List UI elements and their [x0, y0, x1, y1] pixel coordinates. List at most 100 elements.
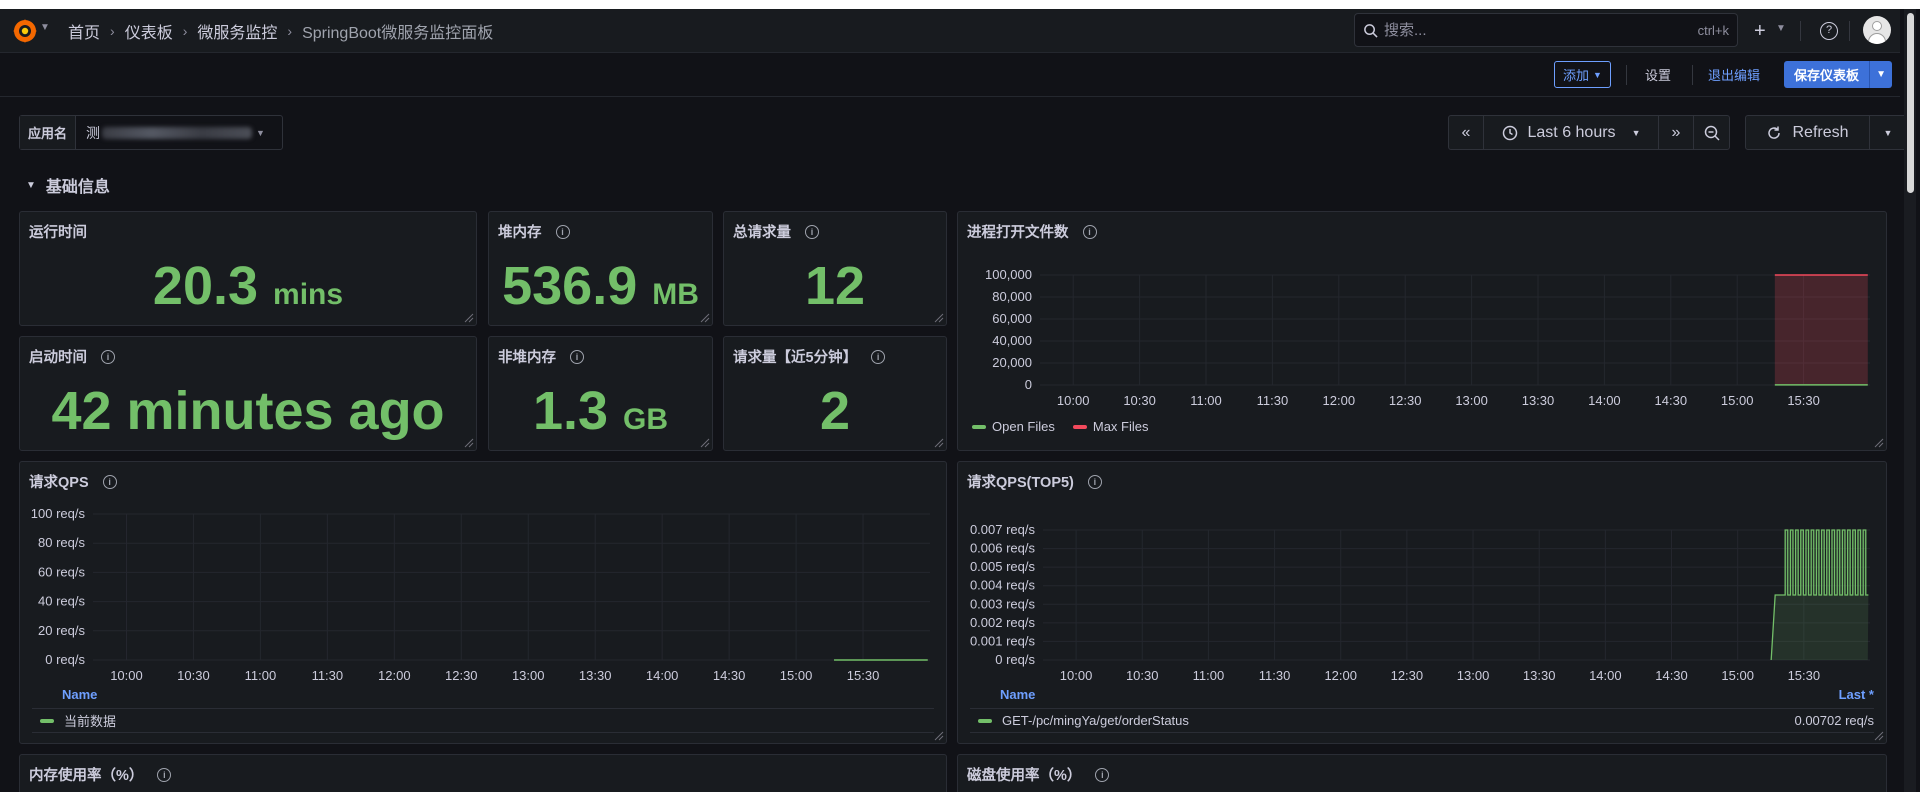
legend-item[interactable]: Max Files	[1072, 419, 1149, 434]
refresh-interval-button[interactable]: ▼	[1870, 116, 1906, 149]
stat-panel-uptime[interactable]: 运行时间 20.3 mins	[19, 211, 477, 326]
resize-handle-icon[interactable]	[934, 438, 944, 448]
y-tick-label: 20,000	[992, 355, 1032, 370]
legend-item[interactable]: Open Files	[972, 419, 1055, 434]
divider	[1849, 21, 1850, 41]
top-navbar: ▼ 首页 › 仪表板 › 微服务监控 › SpringBoot微服务监控面板 c…	[0, 9, 1900, 53]
zoom-out-button[interactable]	[1694, 116, 1729, 149]
clock-icon	[1502, 125, 1517, 140]
save-dashboard-label[interactable]: 保存仪表板	[1784, 61, 1871, 88]
search-box[interactable]: ctrl+k	[1354, 13, 1738, 47]
settings-button[interactable]: 设置	[1645, 61, 1671, 88]
stat-panel-start-time[interactable]: 启动时间 i 42 minutes ago	[19, 336, 477, 451]
resize-handle-icon[interactable]	[934, 731, 944, 741]
x-tick-label: 14:30	[713, 668, 746, 683]
legend-table-row[interactable]: 当前数据	[32, 709, 934, 733]
stat-unit: MB	[652, 278, 699, 311]
info-icon[interactable]: i	[570, 349, 584, 364]
variable-label: 应用名	[20, 116, 77, 149]
scrollbar-thumb[interactable]	[1907, 13, 1914, 193]
page-scrollbar[interactable]	[1904, 9, 1916, 792]
resize-handle-icon[interactable]	[934, 313, 944, 323]
y-tick-label: 0.001 req/s	[970, 633, 1036, 648]
x-tick-label: 11:00	[1193, 668, 1225, 683]
stat-value: 2	[819, 381, 851, 441]
stat-value: 42 minutes ago	[51, 381, 445, 441]
exit-edit-button[interactable]: 退出编辑	[1708, 61, 1760, 88]
x-tick-label: 11:00	[245, 668, 277, 683]
timeseries-panel-qps-top5[interactable]: 请求QPS(TOP5) i 0.007 req/s 0.006 req/s 0.005…	[957, 461, 1887, 744]
save-dashboard-button[interactable]: 保存仪表板 ▼	[1784, 61, 1893, 88]
legend-header-last[interactable]: Last *	[1839, 687, 1874, 705]
chevron-down-icon[interactable]: ▼	[40, 22, 50, 33]
stat-value: 536.9 MB	[502, 256, 699, 316]
x-tick-label: 14:30	[1655, 393, 1688, 408]
y-tick-label: 0 req/s	[995, 652, 1035, 667]
stat-panel-nonheap[interactable]: 非堆内存 i 1.3 GB	[488, 336, 713, 451]
stat-panel-total-requests[interactable]: 总请求量 i 12	[723, 211, 947, 326]
x-tick-label: 13:00	[1455, 393, 1488, 408]
chevron-right-icon: ›	[110, 23, 115, 39]
x-tick-label: 15:00	[1721, 393, 1754, 408]
time-back-button[interactable]: «	[1449, 116, 1484, 149]
panel-title: 运行时间	[29, 225, 87, 241]
resize-handle-icon[interactable]	[464, 313, 474, 323]
breadcrumb-dashboards[interactable]: 仪表板	[125, 19, 173, 43]
time-range-button[interactable]: Last 6 hours ▼	[1484, 116, 1659, 149]
chevron-down-icon: ▼	[1883, 127, 1893, 138]
legend-last-value: 0.00702 req/s	[1794, 713, 1874, 728]
redacted-value	[102, 126, 253, 139]
avatar[interactable]	[1863, 16, 1891, 44]
divider	[1626, 65, 1627, 85]
timeseries-panel-disk-usage[interactable]: 磁盘使用率（%） i	[957, 754, 1887, 792]
x-tick-label: 12:30	[1389, 393, 1422, 408]
variable-select[interactable]: 测 ▼	[76, 116, 282, 149]
breadcrumb: 首页 › 仪表板 › 微服务监控 › SpringBoot微服务监控面板	[68, 19, 493, 43]
stat-value: 20.3 mins	[152, 256, 344, 316]
help-icon[interactable]: ?	[1820, 22, 1838, 40]
plus-icon[interactable]: +	[1754, 20, 1766, 43]
time-forward-button[interactable]: »	[1659, 116, 1694, 149]
timeseries-panel-qps[interactable]: 请求QPS i 100 req/s 80 req/s 60 req/s 40 req/s…	[19, 461, 947, 744]
info-icon[interactable]: i	[871, 349, 886, 364]
legend-header-name[interactable]: Name	[1000, 687, 1035, 705]
add-button[interactable]: 添加 ▼	[1554, 61, 1611, 88]
resize-handle-icon[interactable]	[464, 438, 474, 448]
info-icon[interactable]: i	[101, 349, 115, 364]
y-tick-label: 0	[1025, 377, 1032, 392]
stat-unit: GB	[623, 403, 669, 436]
resize-handle-icon[interactable]	[700, 313, 710, 323]
stat-panel-requests-5m[interactable]: 请求量【近5分钟】 i 2	[723, 336, 947, 451]
y-tick-label: 0.005 req/s	[970, 559, 1036, 574]
resize-handle-icon[interactable]	[1874, 731, 1884, 741]
resize-handle-icon[interactable]	[700, 438, 710, 448]
breadcrumb-current: SpringBoot微服务监控面板	[302, 25, 494, 42]
stat-panel-heap[interactable]: 堆内存 i 536.9 MB	[488, 211, 713, 326]
timeseries-panel-memory-usage[interactable]: 内存使用率（%） i	[19, 754, 947, 792]
x-tick-label: 13:00	[1457, 668, 1490, 683]
chevron-down-icon: ▼	[1593, 69, 1602, 80]
legend-table-row[interactable]: GET-/pc/mingYa/get/orderStatus 0.00702 r…	[970, 709, 1874, 733]
resize-handle-icon[interactable]	[1874, 438, 1884, 448]
info-icon[interactable]: i	[157, 767, 172, 782]
chevron-down-icon[interactable]: ▼	[1870, 69, 1892, 80]
info-icon[interactable]: i	[1095, 767, 1110, 782]
panel-title: 请求量【近5分钟】	[733, 350, 858, 366]
info-icon[interactable]: i	[805, 224, 819, 239]
breadcrumb-home[interactable]: 首页	[68, 19, 100, 43]
refresh-icon	[1768, 126, 1781, 139]
search-input[interactable]	[1384, 21, 1698, 39]
row-header[interactable]: ▼ 基础信息	[26, 173, 110, 197]
search-shortcut-hint: ctrl+k	[1697, 22, 1729, 38]
timeseries-panel-open-files[interactable]: 进程打开文件数 i 100,000 80,000 60,000 40,000 20,000…	[957, 211, 1887, 451]
grafana-logo-icon[interactable]	[12, 18, 38, 44]
info-icon[interactable]: i	[555, 224, 570, 239]
x-tick-label: 12:00	[378, 668, 411, 683]
refresh-button[interactable]: Refresh	[1746, 116, 1870, 149]
chevron-down-icon: ▼	[256, 127, 265, 138]
x-tick-label: 10:00	[110, 668, 143, 683]
legend-header-name[interactable]: Name	[62, 687, 97, 705]
breadcrumb-folder[interactable]: 微服务监控	[197, 19, 277, 43]
x-tick-label: 15:00	[1721, 668, 1754, 683]
chevron-down-icon[interactable]: ▼	[1776, 23, 1786, 34]
